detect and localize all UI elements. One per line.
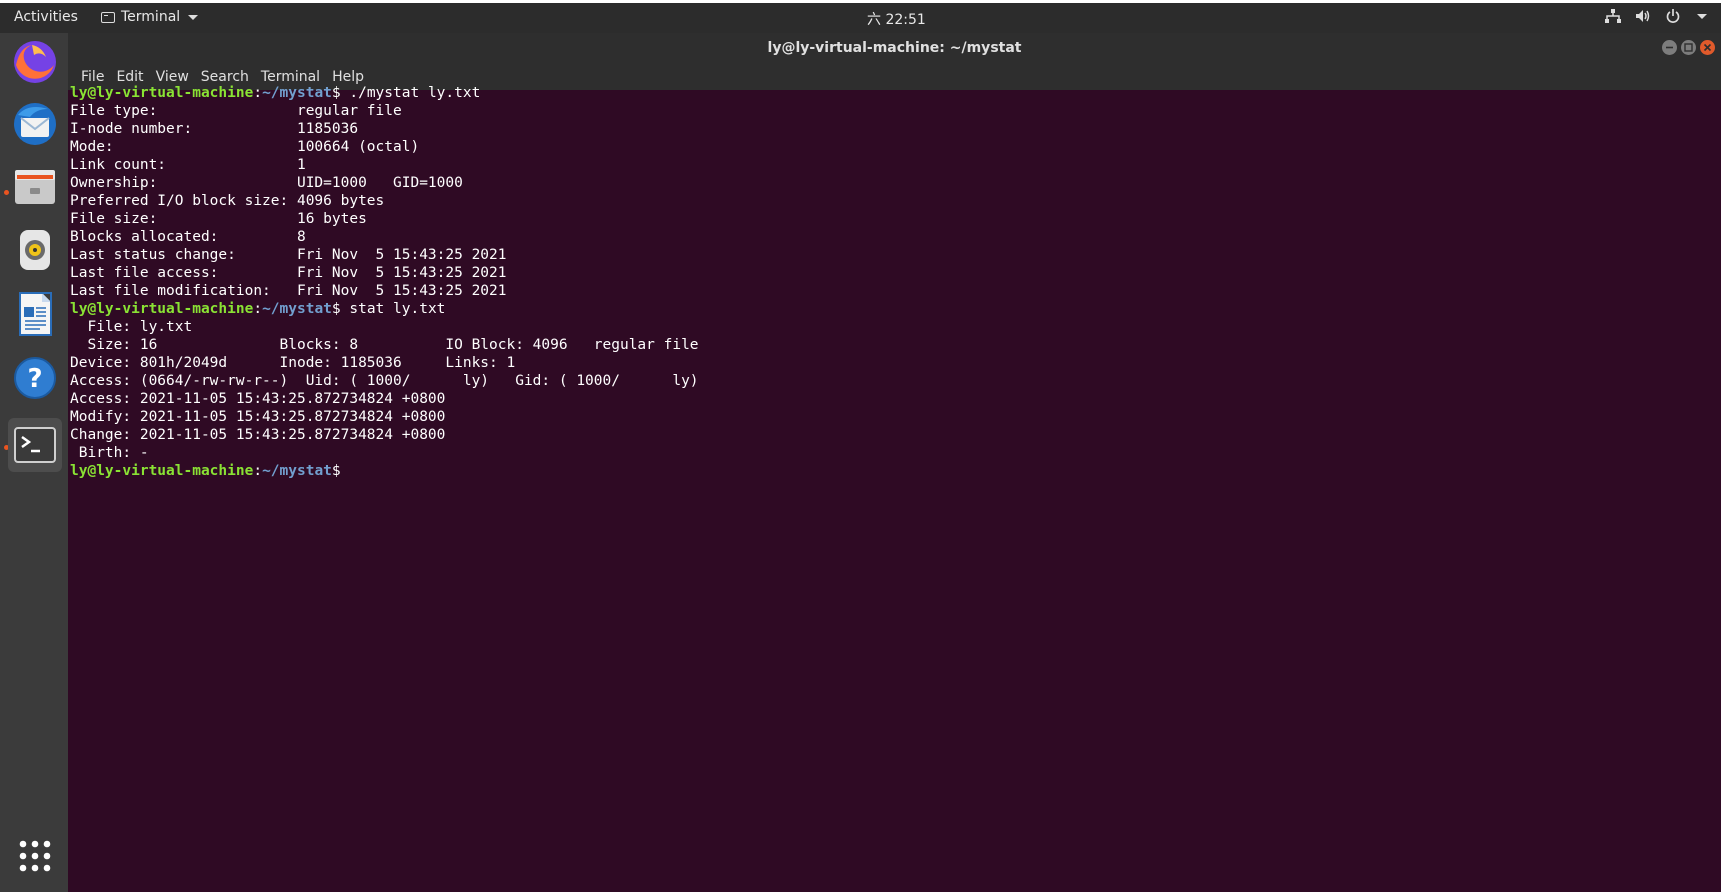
help-icon: ? — [14, 357, 56, 399]
maximize-button[interactable] — [1681, 40, 1696, 55]
terminal-prompt-line: ly@ly-virtual-machine:~/mystat$ — [70, 462, 1710, 480]
dock-item-writer[interactable] — [8, 287, 62, 341]
scrollbar[interactable] — [1711, 90, 1721, 892]
terminal-output-line: File size: 16 bytes — [70, 211, 367, 227]
terminal-output-line: I-node number: 1185036 — [70, 121, 359, 137]
menu-help[interactable]: Help — [326, 69, 370, 85]
terminal-output-line: Last file access: Fri Nov 5 15:43:25 202… — [70, 265, 507, 281]
prompt-separator: : — [253, 301, 263, 317]
dock-item-terminal[interactable] — [8, 418, 62, 472]
network-icon — [1605, 9, 1621, 23]
terminal-output-line: Ownership: UID=1000 GID=1000 — [70, 175, 463, 191]
dock-item-thunderbird[interactable] — [8, 97, 62, 151]
prompt-symbol: $ — [331, 85, 341, 101]
prompt-path: ~/mystat — [262, 301, 332, 317]
menu-view[interactable]: View — [150, 69, 195, 85]
prompt-path: ~/mystat — [262, 463, 332, 479]
show-applications-icon — [19, 840, 51, 872]
activities-button[interactable]: Activities — [14, 9, 78, 25]
dock: ? — [0, 33, 68, 892]
app-menu-label: Terminal — [121, 9, 181, 25]
minimize-button[interactable] — [1662, 40, 1677, 55]
prompt-path: ~/mystat — [262, 85, 332, 101]
window-title: ly@ly-virtual-machine: ~/mystat — [767, 40, 1022, 56]
maximize-icon — [1684, 43, 1693, 52]
dock-item-help[interactable]: ? — [8, 351, 62, 405]
terminal-output-line: Change: 2021-11-05 15:43:25.872734824 +0… — [70, 427, 446, 443]
terminal-output-line: Access: (0664/-rw-rw-r--) Uid: ( 1000/ l… — [70, 373, 699, 389]
thunderbird-icon — [14, 103, 56, 145]
system-tray[interactable] — [1605, 9, 1707, 23]
dock-item-firefox[interactable] — [8, 35, 62, 89]
prompt-symbol: $ — [331, 301, 341, 317]
minimize-icon — [1666, 46, 1673, 49]
desktop: Activities Terminal 六 22:51 ? ly@ly-virt… — [0, 0, 1721, 892]
volume-icon — [1636, 10, 1650, 22]
terminal-output-line: Size: 16 Blocks: 8 IO Block: 4096 regula… — [70, 337, 699, 353]
chevron-down-icon — [188, 14, 199, 20]
terminal-output-line: Modify: 2021-11-05 15:43:25.872734824 +0… — [70, 409, 446, 425]
terminal-prompt-line: ly@ly-virtual-machine:~/mystat$ stat ly.… — [70, 300, 1710, 318]
prompt-user: ly@ly-virtual-machine — [70, 463, 254, 479]
clock[interactable]: 六 22:51 — [867, 9, 926, 29]
terminal-output-line: File type: regular file — [70, 103, 402, 119]
power-icon — [1666, 9, 1680, 23]
terminal-output-line: Birth: - — [70, 445, 149, 461]
prompt-separator: : — [253, 85, 263, 101]
rhythmbox-icon — [20, 230, 50, 270]
dock-item-files[interactable] — [8, 160, 62, 214]
terminal-output-line: Preferred I/O block size: 4096 bytes — [70, 193, 385, 209]
menu-file[interactable]: File — [75, 69, 110, 85]
prompt-user: ly@ly-virtual-machine — [70, 85, 254, 101]
top-bar: Activities Terminal 六 22:51 — [0, 3, 1721, 33]
menu-edit[interactable]: Edit — [110, 69, 149, 85]
writer-icon — [19, 292, 52, 336]
terminal-output-line: File: ly.txt — [70, 319, 193, 335]
files-icon — [15, 170, 55, 204]
title-bar[interactable]: ly@ly-virtual-machine: ~/mystat — [68, 33, 1721, 64]
prompt-user: ly@ly-virtual-machine — [70, 301, 254, 317]
command-text: stat ly.txt — [340, 301, 446, 317]
app-menu[interactable]: Terminal — [101, 9, 199, 25]
terminal-output-line: Mode: 100664 (octal) — [70, 139, 420, 155]
close-icon — [1703, 43, 1712, 52]
prompt-symbol: $ — [331, 463, 341, 479]
terminal-prompt-line: ly@ly-virtual-machine:~/mystat$ ./mystat… — [70, 84, 1710, 102]
terminal-output-line: Link count: 1 — [70, 157, 306, 173]
terminal-output[interactable]: ly@ly-virtual-machine:~/mystat$ ./mystat… — [70, 84, 1710, 884]
terminal-output-line: Last file modification: Fri Nov 5 15:43:… — [70, 283, 507, 299]
show-applications-button[interactable] — [8, 829, 62, 883]
prompt-separator: : — [253, 463, 263, 479]
menu-search[interactable]: Search — [195, 69, 255, 85]
svg-text:?: ? — [27, 364, 42, 394]
dock-item-rhythmbox[interactable] — [8, 223, 62, 277]
terminal-icon — [14, 427, 56, 463]
terminal-small-icon — [101, 11, 115, 23]
command-text: ./mystat ly.txt — [340, 85, 481, 101]
firefox-icon — [14, 41, 56, 83]
terminal-output-line: Last status change: Fri Nov 5 15:43:25 2… — [70, 247, 507, 263]
chevron-down-icon — [1697, 13, 1707, 19]
terminal-window: ly@ly-virtual-machine: ~/mystat File Edi… — [68, 33, 1721, 892]
window-controls — [1662, 40, 1715, 55]
terminal-output-line: Device: 801h/2049d Inode: 1185036 Links:… — [70, 355, 516, 371]
terminal-output-line: Access: 2021-11-05 15:43:25.872734824 +0… — [70, 391, 446, 407]
terminal-output-line: Blocks allocated: 8 — [70, 229, 306, 245]
close-button[interactable] — [1700, 40, 1715, 55]
menu-terminal[interactable]: Terminal — [255, 69, 326, 85]
